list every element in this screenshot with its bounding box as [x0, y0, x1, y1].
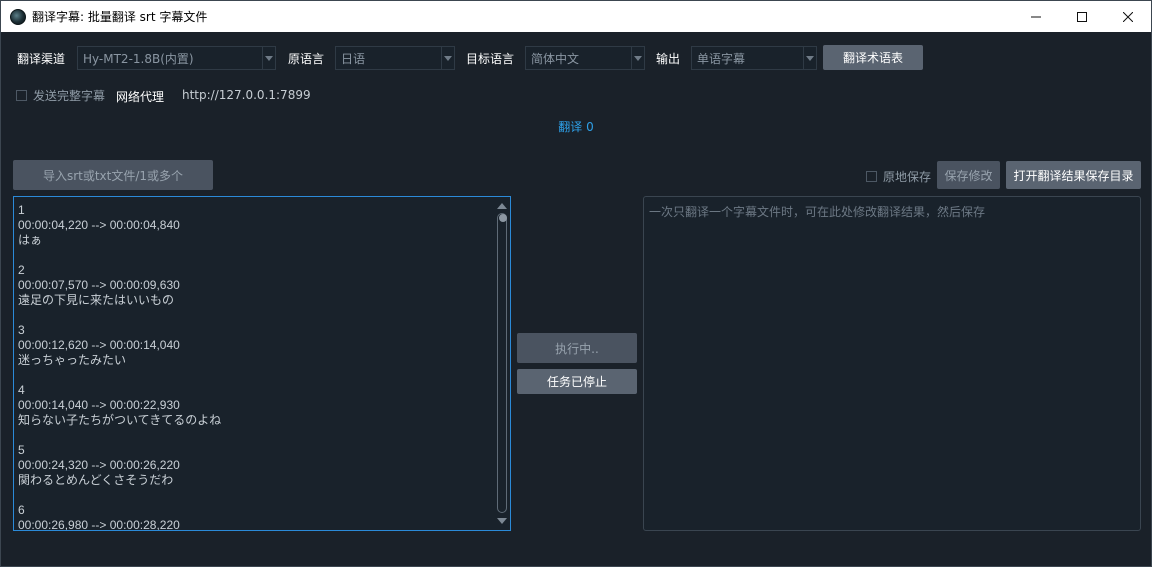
title-bar: 翻译字幕: 批量翻译 srt 字幕文件: [1, 1, 1151, 32]
send-full-checkbox[interactable]: 发送完整字幕: [16, 87, 105, 104]
chevron-down-icon: [803, 47, 816, 69]
channel-label: 翻译渠道: [17, 52, 66, 66]
close-icon[interactable]: [1105, 1, 1151, 32]
chevron-down-icon: [441, 47, 454, 69]
import-files-button[interactable]: 导入srt或txt文件/1或多个: [13, 160, 213, 190]
save-in-place-checkbox[interactable]: 原地保存: [866, 168, 931, 185]
source-language-value: 日语: [341, 51, 366, 66]
source-subtitles-text: 1 00:00:04,220 --> 00:00:04,840 はぁ 2 00:…: [18, 203, 222, 531]
stop-task-button[interactable]: 任务已停止: [517, 369, 637, 394]
proxy-field[interactable]: http://127.0.0.1:7899: [182, 88, 311, 102]
channel-select-value: Hy-MT2-1.8B(内置): [83, 51, 194, 66]
output-label: 输出: [656, 52, 681, 66]
save-changes-button[interactable]: 保存修改: [937, 161, 1000, 189]
result-placeholder: 一次只翻译一个字幕文件时，可在此处修改翻译结果，然后保存: [649, 205, 986, 219]
translation-status: 翻译 0: [558, 120, 594, 134]
checkbox-box[interactable]: [16, 90, 27, 101]
scroll-thumb[interactable]: [499, 214, 507, 222]
target-language-value: 简体中文: [531, 51, 580, 66]
window-controls: [1013, 1, 1151, 32]
source-language-label: 原语言: [288, 52, 325, 66]
proxy-label: 网络代理: [116, 90, 165, 104]
chevron-down-icon: [631, 47, 644, 69]
target-language-label: 目标语言: [466, 52, 515, 66]
target-language-select[interactable]: 简体中文: [525, 46, 645, 70]
scroll-up-icon[interactable]: [497, 203, 507, 209]
scroll-track[interactable]: [497, 213, 507, 513]
vertical-scrollbar[interactable]: [496, 201, 508, 526]
minimize-icon[interactable]: [1013, 1, 1059, 32]
scroll-down-icon[interactable]: [497, 518, 507, 524]
app-window: 翻译字幕: 批量翻译 srt 字幕文件 翻译渠道 Hy-MT2-1.8B(内置)…: [0, 0, 1152, 567]
output-select[interactable]: 单语字幕: [691, 46, 817, 70]
channel-select[interactable]: Hy-MT2-1.8B(内置): [77, 46, 276, 70]
send-full-label: 发送完整字幕: [33, 89, 106, 103]
open-output-dir-button[interactable]: 打开翻译结果保存目录: [1006, 161, 1141, 189]
save-in-place-label: 原地保存: [883, 170, 932, 184]
translation-result-textarea[interactable]: 一次只翻译一个字幕文件时，可在此处修改翻译结果，然后保存: [643, 196, 1141, 531]
source-subtitles-textarea[interactable]: 1 00:00:04,220 --> 00:00:04,840 はぁ 2 00:…: [13, 196, 511, 531]
glossary-button[interactable]: 翻译术语表: [823, 45, 923, 70]
checkbox-box[interactable]: [866, 171, 877, 182]
app-logo-icon: [10, 8, 26, 25]
running-button[interactable]: 执行中..: [517, 333, 637, 363]
chevron-down-icon: [262, 47, 275, 69]
window-title: 翻译字幕: 批量翻译 srt 字幕文件: [32, 10, 208, 24]
output-select-value: 单语字幕: [697, 51, 746, 66]
source-language-select[interactable]: 日语: [335, 46, 455, 70]
maximize-icon[interactable]: [1059, 1, 1105, 32]
